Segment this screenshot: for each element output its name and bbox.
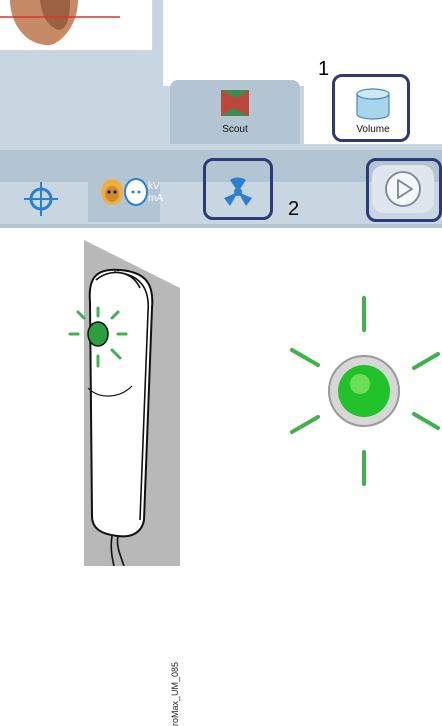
figure-caption: roMax_UM_085 [170, 661, 180, 726]
callout-2: 2 [288, 198, 300, 220]
radiation-icon[interactable] [220, 174, 256, 208]
hand-switch-illustration: roMax_UM_085 [0, 228, 442, 726]
callout-1: 1 [318, 58, 330, 80]
patient-preview [0, 0, 153, 51]
scout-icon [221, 90, 249, 116]
tab-scout-label: Scout [222, 124, 248, 135]
control-panel: 1 Scout Volume kV mA 2 [0, 0, 442, 228]
highlight-volume [332, 74, 410, 142]
tool-bar: kV mA 2 [0, 150, 442, 228]
tab-exposure-settings[interactable]: kV mA [88, 170, 163, 222]
kv-label: kV [148, 181, 160, 192]
crosshair-icon[interactable] [22, 180, 60, 218]
ma-label: mA [148, 193, 163, 204]
tab-scout[interactable]: Scout [170, 80, 300, 144]
face-preview-icon [0, 0, 120, 46]
highlight-play [366, 158, 442, 222]
